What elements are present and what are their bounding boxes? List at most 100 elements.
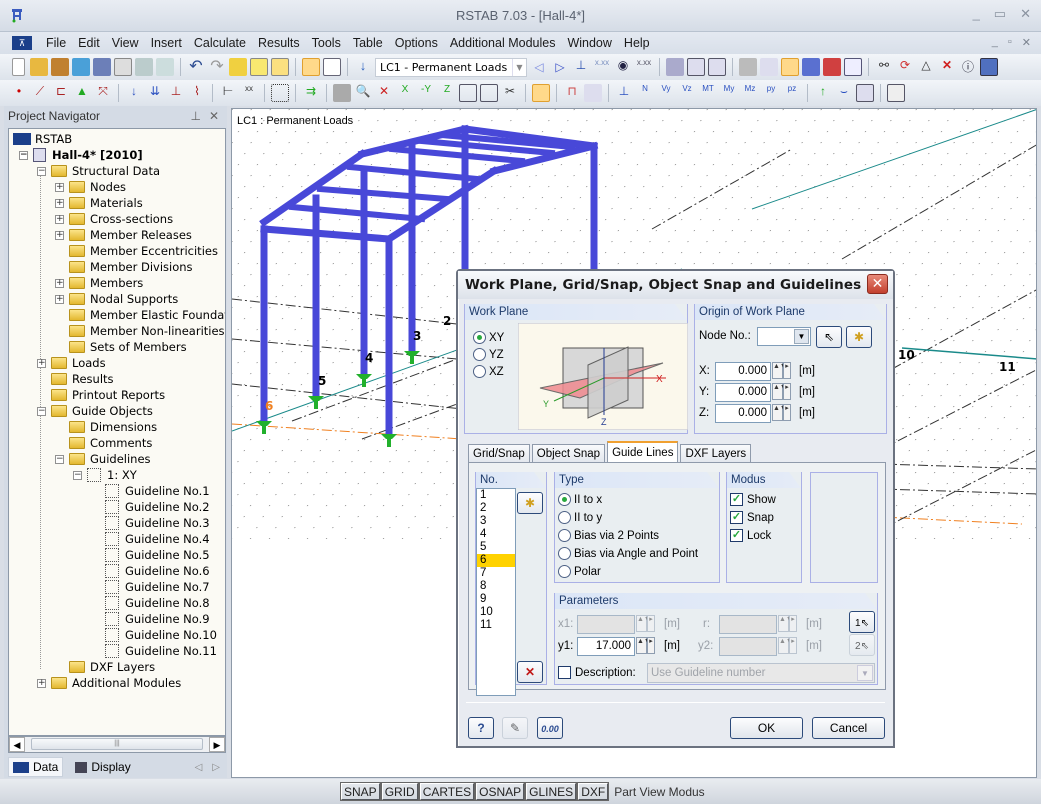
snap-checkbox[interactable]: ✓ Snap	[730, 511, 774, 524]
member-load-icon[interactable]: ⇊	[146, 84, 164, 102]
tree-item[interactable]: − Guidelines	[55, 451, 151, 467]
tree-item[interactable]: Printout Reports	[37, 387, 165, 403]
rendering-icon[interactable]	[532, 84, 550, 102]
collapse-icon[interactable]: −	[37, 166, 46, 176]
collapse-icon[interactable]: −	[73, 470, 82, 480]
grid-toggle[interactable]: GRID	[380, 782, 419, 801]
load-values-icon[interactable]: x.xx	[593, 58, 611, 76]
edit-model-icon[interactable]	[229, 58, 247, 76]
edit-button[interactable]: ✎	[502, 717, 528, 739]
snap-grid-icon[interactable]	[760, 58, 778, 76]
view-x-icon[interactable]: X	[396, 84, 414, 102]
tab-dxf-layers[interactable]: DXF Layers	[680, 444, 752, 463]
work-plane-xz-icon[interactable]	[802, 58, 820, 76]
tab-guide-lines[interactable]: Guide Lines	[607, 441, 679, 463]
show-results-icon[interactable]: ◉	[614, 58, 632, 76]
work-plane-yz-icon[interactable]	[823, 58, 841, 76]
nodal-load-icon[interactable]: ↓	[125, 84, 143, 102]
expand-icon[interactable]: +	[55, 198, 64, 208]
delete-guideline-button[interactable]: ✕	[517, 661, 543, 683]
open-file-icon[interactable]	[30, 58, 48, 76]
result-vz-icon[interactable]: Vz	[678, 84, 696, 102]
collapse-icon[interactable]: −	[37, 406, 46, 416]
tree-item[interactable]: Comments	[55, 435, 152, 451]
tree-item[interactable]: DXF Layers	[55, 659, 155, 675]
tree-item[interactable]: + Materials	[55, 195, 143, 211]
guideline-number-item[interactable]: 11	[477, 619, 515, 632]
open-example-icon[interactable]	[72, 58, 90, 76]
result-line-icon[interactable]: ⌣	[835, 84, 853, 102]
menu-tools[interactable]: Tools	[306, 36, 347, 50]
minimize-button[interactable]: _	[973, 6, 980, 22]
origin-z-input[interactable]: 0.000	[715, 404, 771, 423]
guideline-number-item[interactable]: 4	[477, 528, 515, 541]
result-my-icon[interactable]: My	[720, 84, 738, 102]
zoom-window-icon[interactable]: 🔍	[354, 84, 372, 102]
work-plane-icon[interactable]	[781, 58, 799, 76]
select-by-icon[interactable]: ⇉	[302, 84, 320, 102]
collapse-icon[interactable]: −	[19, 150, 28, 160]
select-window-icon[interactable]	[271, 84, 289, 102]
tree-item[interactable]: Guideline No.11	[91, 643, 217, 659]
navigator-toggle-icon[interactable]	[302, 58, 320, 76]
tab-data[interactable]: Data	[8, 757, 64, 777]
load-case-select[interactable]: LC1 - Permanent Loads ▼	[375, 57, 527, 77]
tree-item[interactable]: Guideline No.10	[91, 627, 217, 643]
tab-display[interactable]: Display	[71, 758, 134, 776]
radio-button[interactable]	[558, 529, 571, 542]
dialog-close-button[interactable]: ✕	[867, 274, 888, 294]
menu-additional-modules[interactable]: Additional Modules	[444, 36, 562, 50]
isometric-view-icon[interactable]	[459, 84, 477, 102]
result-vy-icon[interactable]: Vy	[657, 84, 675, 102]
description-select[interactable]: Use Guideline number ▼	[647, 663, 875, 683]
type-bias-angle-point[interactable]: Bias via Angle and Point	[558, 547, 698, 560]
settings-icon[interactable]	[980, 58, 998, 76]
result-py-icon[interactable]: py	[762, 84, 780, 102]
menu-help[interactable]: Help	[618, 36, 656, 50]
dxf-toggle[interactable]: DXF	[577, 782, 610, 801]
ok-button[interactable]: OK	[730, 717, 803, 739]
imposed-load-icon[interactable]: ⊥	[167, 84, 185, 102]
guideline-number-list[interactable]: 1 2 3 4 5 6 7 8 9 10 11	[476, 488, 516, 696]
comment-icon[interactable]: xx	[240, 84, 258, 102]
show-loads-icon[interactable]: ⊥	[572, 58, 590, 76]
load-case-icon[interactable]: ↓	[354, 58, 372, 76]
radio-button[interactable]	[473, 365, 486, 378]
menu-insert[interactable]: Insert	[145, 36, 188, 50]
menu-results[interactable]: Results	[252, 36, 306, 50]
guideline-number-item[interactable]: 2	[477, 502, 515, 515]
expand-icon[interactable]: +	[55, 230, 64, 240]
result-diagram-icon[interactable]	[584, 84, 602, 102]
result-mz-icon[interactable]: Mz	[741, 84, 759, 102]
open-archive-icon[interactable]	[51, 58, 69, 76]
maximize-button[interactable]: ▭	[994, 6, 1006, 22]
previous-load-case-icon[interactable]: ◁	[530, 58, 548, 76]
menu-view[interactable]: View	[106, 36, 145, 50]
r-input[interactable]	[719, 615, 777, 634]
radio-button[interactable]	[473, 348, 486, 361]
tree-item[interactable]: Sets of Members	[55, 339, 187, 355]
mdi-restore-button[interactable]: ▫	[1008, 36, 1012, 49]
view-move-icon[interactable]	[333, 84, 351, 102]
close-button[interactable]: ✕	[1020, 6, 1031, 22]
guideline-icon[interactable]	[844, 58, 862, 76]
new-file-icon[interactable]	[12, 58, 25, 76]
print-preview-icon[interactable]	[156, 58, 174, 76]
mirror-icon[interactable]: △	[917, 58, 935, 76]
insert-comment-icon[interactable]	[250, 58, 268, 76]
result-pz-icon[interactable]: pz	[783, 84, 801, 102]
r-spinner[interactable]: ▲▼ ▸	[778, 615, 798, 634]
new-continuous-member-icon[interactable]: ⊏	[52, 84, 70, 102]
tree-item[interactable]: Dimensions	[55, 419, 157, 435]
visibility-icon[interactable]: ✂	[501, 84, 519, 102]
grid-display-icon[interactable]	[739, 58, 757, 76]
y1-input[interactable]: 17.000	[577, 637, 635, 656]
tab-grid-snap[interactable]: Grid/Snap	[468, 444, 530, 463]
checkbox[interactable]: ✓	[730, 493, 743, 506]
guideline-number-item[interactable]: 10	[477, 606, 515, 619]
mdi-minimize-button[interactable]: _	[992, 36, 998, 49]
radio-button[interactable]	[473, 331, 486, 344]
tab-next-icon[interactable]: ▷	[212, 762, 220, 773]
dimension-icon[interactable]: ⊢	[219, 84, 237, 102]
origin-z-spinner[interactable]: ▲▼ ▸	[772, 404, 792, 423]
